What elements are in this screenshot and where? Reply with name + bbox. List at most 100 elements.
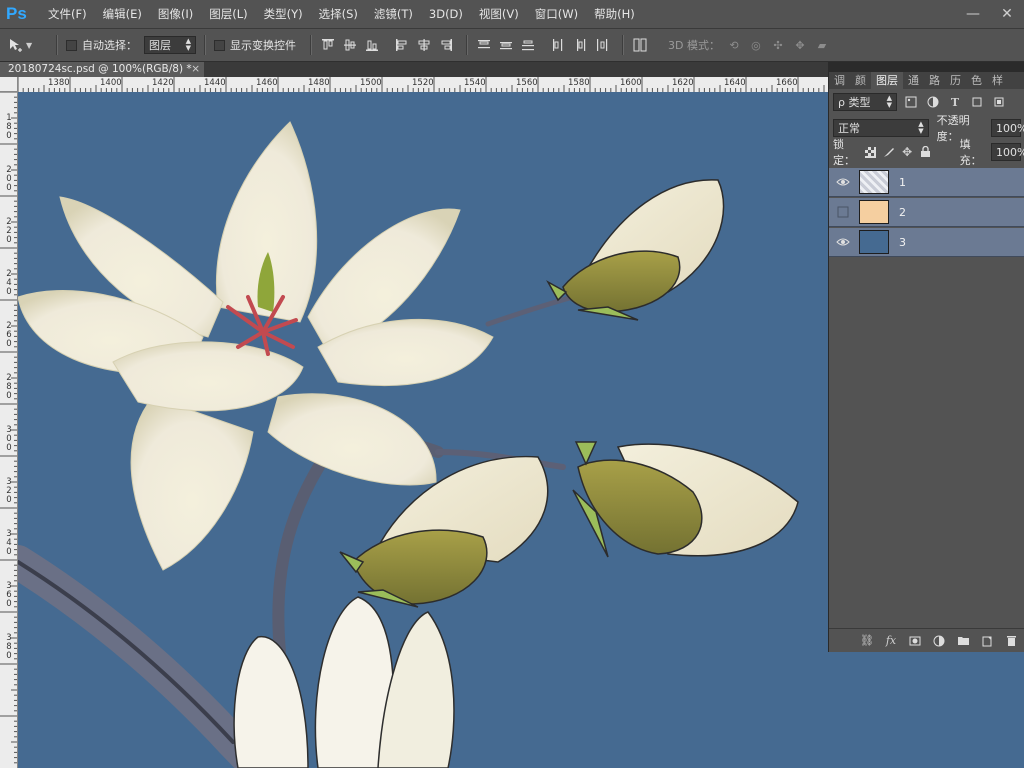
layer-name[interactable]: 3 (899, 228, 906, 257)
fill-field[interactable]: 100% (991, 143, 1024, 161)
menu-window[interactable]: 窗口(W) (527, 0, 586, 28)
close-tab-icon[interactable]: × (191, 62, 200, 77)
layers-panel: 调 颜 图层 通 路 历 色 样 ρ 类型 ▲ ▼ T 正常 ▲ ▼ 不透明度： 1… (828, 72, 1024, 652)
ruler-label: 1440 (204, 78, 226, 88)
layer-filter-row: ρ 类型 ▲ ▼ T (833, 92, 1021, 112)
menu-filter[interactable]: 滤镜(T) (366, 0, 421, 28)
align-group (320, 29, 380, 61)
tab-color[interactable]: 颜 (850, 72, 871, 89)
new-group-icon[interactable] (955, 633, 971, 649)
add-mask-icon[interactable] (907, 633, 923, 649)
link-layers-icon[interactable]: ⛓ (859, 633, 875, 649)
move-tool-preset[interactable]: ▼ (8, 29, 32, 61)
adjustment-layer-icon[interactable] (931, 633, 947, 649)
distribute-bottom-icon[interactable] (520, 37, 536, 53)
tab-channels[interactable]: 通 (903, 72, 924, 89)
blend-mode-dropdown[interactable]: 正常 ▲ ▼ (833, 119, 929, 137)
menu-type[interactable]: 类型(Y) (256, 0, 311, 28)
lock-all-icon[interactable] (919, 144, 931, 160)
show-transform-group: 显示变换控件 (214, 29, 296, 61)
filter-adjustment-icon[interactable] (925, 94, 941, 110)
ruler-label: 1640 (724, 78, 746, 88)
filter-shape-icon[interactable] (969, 94, 985, 110)
tab-adjustments[interactable]: 调 (829, 72, 850, 89)
lock-row: 锁定： ✥ 填充： 100% (833, 138, 1024, 167)
filter-pixel-icon[interactable] (903, 94, 919, 110)
slide-3d-icon[interactable]: ✥ (792, 37, 808, 53)
menu-edit[interactable]: 编辑(E) (95, 0, 150, 28)
eye-icon[interactable] (836, 176, 850, 188)
filter-type-icon[interactable]: T (947, 94, 963, 110)
camera-3d-icon[interactable]: ▰ (814, 37, 830, 53)
roll-3d-icon[interactable]: ◎ (748, 37, 764, 53)
delete-layer-icon[interactable] (1003, 633, 1019, 649)
distribute-right-icon[interactable] (594, 37, 610, 53)
tab-layers[interactable]: 图层 (871, 72, 903, 89)
align-bottom-icon[interactable] (364, 37, 380, 53)
distribute-left-icon[interactable] (550, 37, 566, 53)
menu-help[interactable]: 帮助(H) (586, 0, 643, 28)
filter-smart-icon[interactable] (991, 94, 1007, 110)
document-tab[interactable]: 20180724sc.psd @ 100%(RGB/8) * × (0, 62, 204, 77)
lock-transparency-icon[interactable] (864, 144, 877, 160)
auto-select-checkbox[interactable] (66, 39, 77, 51)
layer-row[interactable]: 2 (829, 198, 1024, 227)
ruler-label: 200 (6, 165, 12, 193)
move-tool-icon (8, 37, 24, 53)
show-transform-label: 显示变换控件 (230, 39, 296, 52)
opacity-value: 100% (996, 121, 1024, 135)
align-hcenter-icon[interactable] (416, 37, 432, 53)
document-canvas[interactable] (18, 92, 828, 768)
menu-layer[interactable]: 图层(L) (201, 0, 255, 28)
eye-icon[interactable] (836, 236, 850, 248)
rotate-3d-icon[interactable]: ⟲ (726, 37, 742, 53)
distribute-hcenter-icon[interactable] (572, 37, 588, 53)
minimize-button[interactable]: — (956, 0, 990, 28)
align-right-icon[interactable] (438, 37, 454, 53)
layer-name[interactable]: 1 (899, 168, 906, 197)
menu-view[interactable]: 视图(V) (471, 0, 527, 28)
align-left-icon[interactable] (394, 37, 410, 53)
vertical-ruler[interactable]: 180 200 220 240 260 280 300 320 340 360 … (0, 92, 18, 768)
ruler-label: 1620 (672, 78, 694, 88)
document-tab-title: 20180724sc.psd @ 100%(RGB/8) * (8, 63, 192, 75)
new-layer-icon[interactable] (979, 633, 995, 649)
layer-row[interactable]: 1 (829, 168, 1024, 197)
menu-image[interactable]: 图像(I) (150, 0, 201, 28)
ruler-label: 380 (6, 633, 12, 661)
menu-list: 文件(F) 编辑(E) 图像(I) 图层(L) 类型(Y) 选择(S) 滤镜(T… (40, 0, 643, 28)
tab-history[interactable]: 历 (945, 72, 966, 89)
app-logo: Ps (6, 4, 27, 23)
layer-thumbnail (859, 230, 889, 254)
align-h-group (394, 29, 454, 61)
tab-styles[interactable]: 样 (987, 72, 1008, 89)
auto-align-icon[interactable] (632, 37, 648, 53)
layer-name[interactable]: 2 (899, 198, 906, 227)
close-button[interactable]: ✕ (990, 0, 1024, 28)
layer-row[interactable]: 3 (829, 228, 1024, 257)
auto-select-target[interactable]: 图层 ▲ ▼ (144, 29, 196, 61)
layer-filter-dropdown[interactable]: ρ 类型 ▲ ▼ (833, 93, 897, 111)
menu-file[interactable]: 文件(F) (40, 0, 95, 28)
visibility-off-box[interactable] (836, 206, 850, 218)
opacity-field[interactable]: 100% (991, 119, 1024, 137)
menu-select[interactable]: 选择(S) (311, 0, 366, 28)
fx-icon[interactable]: fx (883, 633, 899, 649)
ruler-origin[interactable] (0, 77, 18, 92)
tab-swatches[interactable]: 色 (966, 72, 987, 89)
lock-brush-icon[interactable] (883, 144, 895, 160)
magnolia-artwork (18, 121, 799, 768)
show-transform-checkbox[interactable] (214, 39, 225, 51)
horizontal-ruler[interactable]: 1380 1400 1420 1440 1460 1480 1500 1520 … (18, 77, 828, 93)
menu-3d[interactable]: 3D(D) (421, 0, 471, 28)
drag-3d-icon[interactable]: ✣ (770, 37, 786, 53)
mode-3d-group: 3D 模式： ⟲ ◎ ✣ ✥ ▰ (668, 29, 830, 61)
mode-3d-label: 3D 模式： (668, 39, 720, 52)
distribute-vcenter-icon[interactable] (498, 37, 514, 53)
distribute-top-icon[interactable] (476, 37, 492, 53)
align-top-icon[interactable] (320, 37, 336, 53)
lock-move-icon[interactable]: ✥ (901, 144, 913, 160)
updown-icon: ▲ ▼ (185, 37, 191, 52)
align-vcenter-icon[interactable] (342, 37, 358, 53)
tab-paths[interactable]: 路 (924, 72, 945, 89)
